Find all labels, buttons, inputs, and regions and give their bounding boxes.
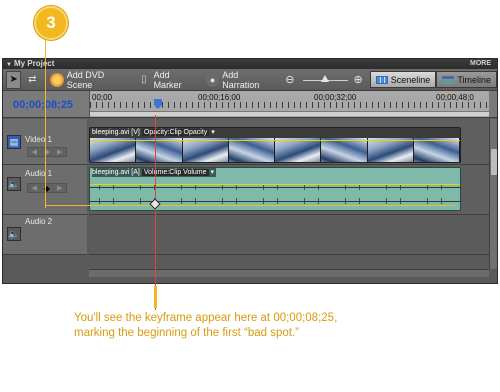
zoom-slider[interactable]: [302, 74, 349, 85]
audio1-keyframe-nav[interactable]: ◀ ◆ ▶: [27, 183, 67, 193]
horizontal-scroll-area[interactable]: [89, 269, 489, 277]
video-clip[interactable]: bleeping.avi [V] Opacity:Clip Opacity ▾: [89, 127, 461, 163]
video-track-icon[interactable]: ▤: [7, 135, 21, 149]
ruler-label: 00;00;32;00: [314, 93, 357, 102]
add-dvd-scene-button[interactable]: Add DVD Scene: [46, 69, 133, 90]
scrollbar-thumb[interactable]: [491, 149, 497, 175]
zoom-out-icon[interactable]: ⊖: [283, 73, 296, 87]
volume-rubberband[interactable]: [90, 184, 460, 185]
callout-text: You'll see the keyframe appear here at 0…: [74, 312, 338, 339]
step-number-badge: 3: [34, 6, 68, 40]
sceneline-button[interactable]: Sceneline: [369, 71, 437, 88]
audio2-track: [89, 215, 489, 255]
video-clip-label: bleeping.avi [V] Opacity:Clip Opacity ▾: [92, 129, 215, 136]
add-narration-label: Add Narration: [222, 69, 260, 90]
audio-clip-label: bleeping.avi [A] Volume:Clip Volume ▾: [92, 168, 216, 177]
add-dvd-scene-label: Add DVD Scene: [66, 69, 105, 90]
callout-leader-vertical: [45, 40, 46, 208]
dvd-scene-icon: [50, 72, 64, 87]
add-marker-button[interactable]: ▯ Add Marker: [133, 69, 202, 90]
timeline-label: Timeline: [457, 74, 491, 85]
ruler-label: 00;00;16;00: [198, 93, 241, 102]
clip-property-menu[interactable]: Opacity:Clip Opacity: [141, 129, 210, 136]
clip-property-menu[interactable]: Volume:Clip Volume: [141, 169, 209, 176]
audio1-track: bleeping.avi [A] Volume:Clip Volume ▾: [89, 165, 489, 215]
audio1-track-name: Audio 1: [25, 169, 53, 178]
video1-track: bleeping.avi [V] Opacity:Clip Opacity ▾: [89, 119, 489, 165]
toolbar: ➤ ⇄ Add DVD Scene ▯ Add Marker ● Add Nar…: [3, 69, 497, 91]
add-narration-button[interactable]: ● Add Narration: [202, 69, 279, 90]
panel-header[interactable]: ▼ My Project MORE: [3, 59, 497, 69]
panel-title: My Project: [13, 59, 55, 68]
audio2-track-name: Audio 2: [25, 217, 53, 226]
callout-leader-horizontal: [45, 205, 455, 206]
clip-thumbnails: [90, 138, 460, 162]
time-ruler[interactable]: 00;00 00;00;16;00 00;00;32;00 00;00;48;0: [89, 91, 489, 117]
my-project-panel: ▼ My Project MORE ➤ ⇄ Add DVD Scene ▯ Add…: [2, 58, 498, 284]
microphone-icon: ●: [205, 72, 220, 87]
opacity-rubberband[interactable]: [90, 140, 460, 141]
zoom-in-icon[interactable]: ⊕: [351, 73, 364, 87]
speaker-icon[interactable]: 🔈: [7, 177, 21, 191]
ruler-label: 00;00;48;0: [436, 93, 474, 102]
callout-pointer: [154, 286, 157, 308]
time-ruler-row: 00;00;08;25 00;00 00;00;16;00 00;00;32;0…: [3, 91, 497, 118]
video1-keyframe-nav[interactable]: ◀ ◆ ▶: [27, 147, 67, 157]
work-area-bar[interactable]: [90, 111, 489, 116]
sceneline-label: Sceneline: [390, 74, 431, 85]
speaker-icon[interactable]: 🔈: [7, 227, 21, 241]
timeline-button[interactable]: Timeline: [436, 71, 497, 88]
video1-track-name: Video 1: [25, 135, 52, 144]
add-marker-label: Add Marker: [153, 69, 182, 90]
zoom-slider-thumb[interactable]: [320, 74, 329, 82]
more-menu-button[interactable]: MORE: [470, 59, 491, 69]
vertical-scrollbar[interactable]: [489, 119, 497, 269]
playhead-line[interactable]: [155, 115, 156, 310]
selection-tool-icon[interactable]: ➤: [6, 70, 22, 89]
collapse-triangle-icon[interactable]: ▼: [6, 60, 12, 70]
time-stretch-icon: ⇄: [28, 74, 37, 85]
ruler-label: 00;00: [92, 93, 113, 102]
marker-icon: ▯: [141, 74, 147, 85]
audio2-track-header: 🔈 Audio 2: [3, 215, 87, 255]
time-stretch-tool[interactable]: ⇄: [21, 71, 46, 89]
timeline-icon: [442, 75, 455, 84]
sceneline-icon: [375, 75, 388, 84]
current-timecode[interactable]: 00;00;08;25: [13, 99, 73, 111]
